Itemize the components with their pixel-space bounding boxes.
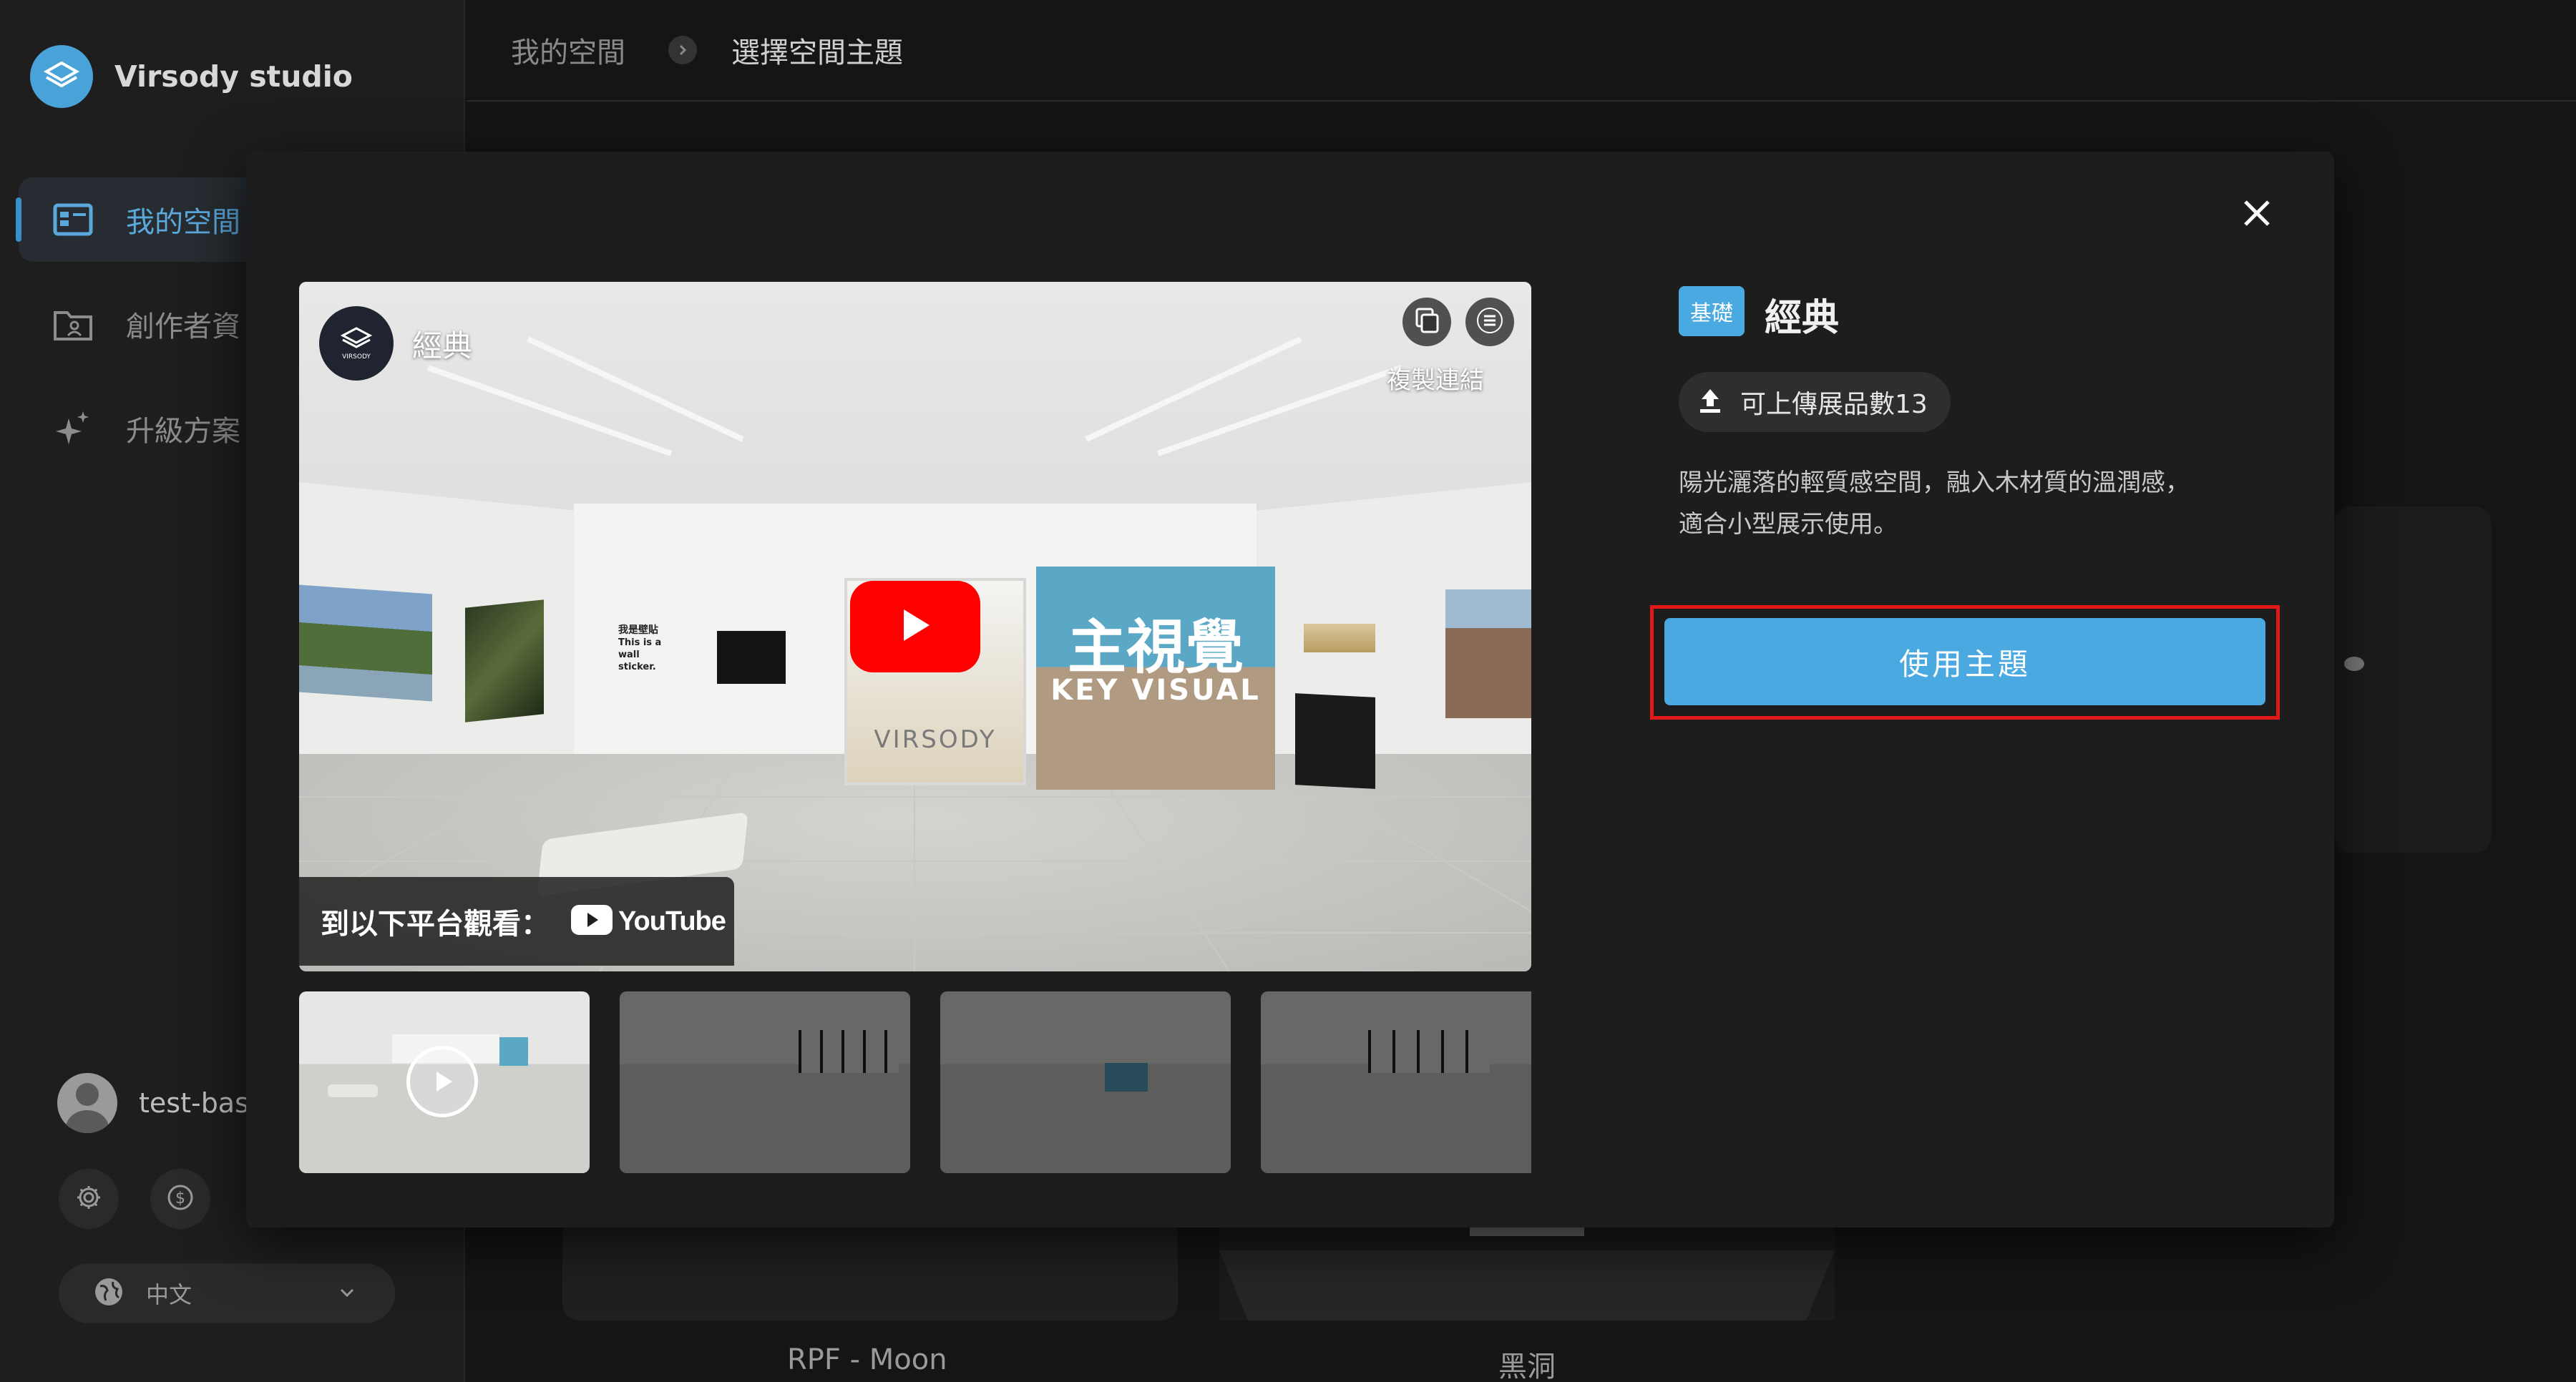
- theme-card-black-hole[interactable]: [1219, 1216, 1835, 1320]
- youtube-icon: [571, 905, 613, 938]
- video-title-bar: VIRSODY 經典: [319, 306, 472, 381]
- theme-title: 經典: [1765, 297, 1840, 340]
- video-menu-button[interactable]: [1465, 298, 1514, 346]
- sparkle-icon: [53, 408, 93, 449]
- language-value: 中文: [146, 1281, 192, 1308]
- watch-on-youtube[interactable]: 到以下平台觀看： YouTube: [299, 877, 734, 966]
- thumb-poster: [1105, 1063, 1148, 1092]
- profile-folder-icon: [53, 304, 93, 344]
- theme-caption: 黑洞: [1498, 1351, 1556, 1382]
- thumb-shelf: [799, 1030, 899, 1073]
- black-pedestal: [1295, 693, 1375, 789]
- avatar: [57, 1073, 117, 1133]
- play-icon: [406, 1046, 478, 1117]
- close-button[interactable]: [2237, 195, 2277, 235]
- user-profile[interactable]: test-basic: [57, 1073, 271, 1133]
- description-line: 適合小型展示使用。: [1679, 510, 1898, 539]
- play-icon: [894, 604, 937, 650]
- upload-count-badge: 可上傳展品數13: [1679, 372, 1951, 432]
- chevron-right-icon: [668, 36, 697, 64]
- wall-sticker: 我是壁貼 This is a wall sticker.: [618, 622, 704, 701]
- settings-button[interactable]: [59, 1169, 119, 1229]
- breadcrumb: 我的空間 選擇空間主題: [467, 0, 2576, 102]
- screen-artwork: [717, 631, 786, 684]
- key-visual-poster: 主視覺 KEY VISUAL: [1036, 567, 1275, 790]
- chevron-down-icon: [336, 1282, 358, 1306]
- svg-text:$: $: [175, 1190, 185, 1207]
- youtube-play-button[interactable]: [850, 581, 980, 672]
- sidebar-item-label: 創作者資: [126, 310, 240, 343]
- thumbnail-strip: [299, 991, 1531, 1179]
- app-name: Virsody studio: [114, 59, 353, 94]
- theme-description: 陽光灑落的輕質感空間，融入木材質的溫潤感， 適合小型展示使用。: [1679, 462, 2265, 545]
- wall-sticker-text-2: wall: [618, 650, 640, 660]
- language-select[interactable]: 中文: [59, 1263, 395, 1323]
- key-visual-subtitle: KEY VISUAL: [1050, 674, 1261, 707]
- sidebar-item-label: 升級方案: [126, 415, 240, 448]
- dashboard-icon: [53, 200, 93, 240]
- thumbnail[interactable]: [299, 991, 590, 1173]
- thumbnail[interactable]: [620, 991, 910, 1173]
- gear-icon: [74, 1183, 103, 1215]
- close-icon: [2240, 196, 2274, 233]
- channel-avatar[interactable]: VIRSODY: [319, 306, 394, 381]
- copy-icon: [1413, 306, 1441, 338]
- thumb-poster: [499, 1037, 528, 1066]
- globe-icon: [93, 1276, 125, 1310]
- thumbnail[interactable]: [940, 991, 1231, 1173]
- copy-link-label: 複製連結: [1387, 366, 1484, 395]
- menu-icon: [1475, 306, 1504, 338]
- dollar-icon: $: [166, 1183, 195, 1215]
- landscape-painting: [299, 584, 432, 702]
- virsody-logo-icon: [30, 45, 93, 108]
- key-visual-title: 主視覺: [1067, 614, 1244, 682]
- building-painting: [1445, 589, 1531, 718]
- watch-on-label: 到以下平台觀看：: [321, 908, 550, 941]
- theme-caption: RPF - Moon: [787, 1343, 947, 1376]
- billing-button[interactable]: $: [150, 1169, 210, 1229]
- upload-count-label: 可上傳展品數13: [1740, 390, 1928, 419]
- thumbnail[interactable]: [1261, 991, 1531, 1173]
- youtube-wordmark: YouTube: [618, 906, 726, 936]
- theme-card-partial[interactable]: [2334, 506, 2492, 853]
- upload-icon: [1697, 386, 1723, 418]
- wall-sticker-title: 我是壁貼: [618, 624, 658, 636]
- theme-card-rpf-moon[interactable]: [562, 1216, 1178, 1320]
- description-line: 陽光灑落的輕質感空間，融入木材質的溫潤感，: [1679, 469, 2190, 497]
- copy-link-button[interactable]: [1402, 298, 1451, 346]
- sidebar-item-label: 我的空間: [126, 206, 240, 239]
- breadcrumb-select-theme: 選擇空間主題: [731, 36, 903, 69]
- channel-name: VIRSODY: [342, 353, 371, 361]
- castle-model: [1304, 624, 1375, 652]
- thumb-bench: [328, 1084, 378, 1097]
- use-theme-button[interactable]: 使用主題: [1664, 618, 2265, 705]
- youtube-logo: YouTube: [571, 905, 726, 938]
- tier-badge: 基礎: [1679, 286, 1745, 336]
- breadcrumb-my-spaces[interactable]: 我的空間: [511, 29, 625, 71]
- wall-sticker-text-1: This is a: [618, 637, 662, 648]
- brand[interactable]: Virsody studio: [30, 45, 353, 108]
- wall-sticker-text-3: sticker.: [618, 662, 656, 672]
- video-title[interactable]: 經典: [412, 322, 472, 366]
- thumb-shelf: [1368, 1030, 1490, 1073]
- forest-painting: [465, 599, 544, 722]
- virsody-display-text: VIRSODY: [874, 725, 997, 754]
